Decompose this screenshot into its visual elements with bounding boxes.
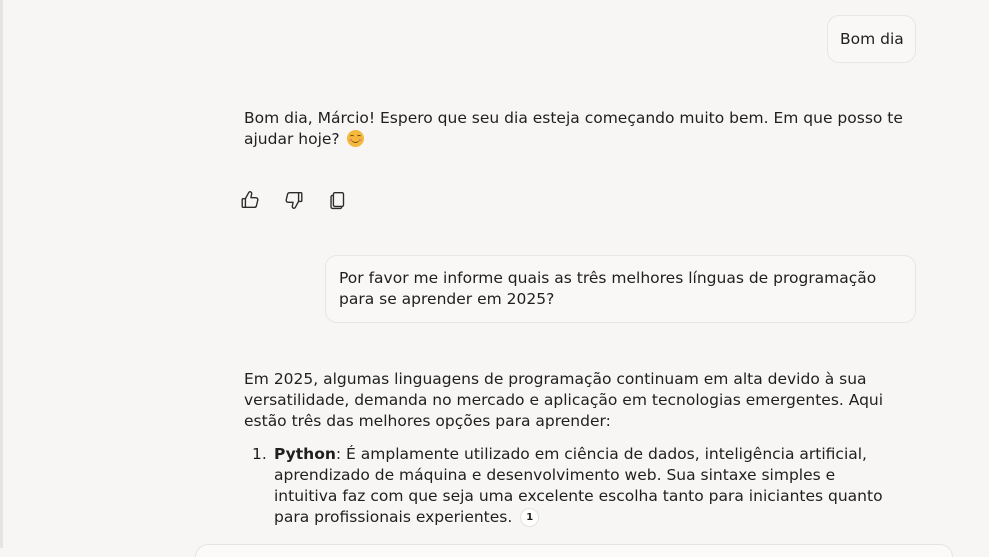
list-item-number: 1. bbox=[252, 445, 267, 463]
assistant-message-text: Bom dia, Márcio! Espero que seu dia este… bbox=[244, 109, 903, 148]
assistant-intro-text: Em 2025, algumas linguagens de programaç… bbox=[244, 370, 884, 430]
user-message-text: Bom dia bbox=[840, 30, 904, 48]
assistant-message: Em 2025, algumas linguagens de programaç… bbox=[244, 369, 916, 528]
user-message-bubble: Bom dia bbox=[827, 15, 916, 63]
dislike-button[interactable] bbox=[282, 187, 306, 213]
language-list: 1. Python: É amplamente utilizado em ciê… bbox=[244, 444, 916, 528]
copy-button[interactable] bbox=[326, 187, 350, 213]
thumbs-down-icon bbox=[285, 191, 303, 209]
message-actions bbox=[238, 187, 350, 213]
like-button[interactable] bbox=[238, 187, 262, 213]
assistant-message: Bom dia, Márcio! Espero que seu dia este… bbox=[244, 108, 916, 150]
copy-icon bbox=[330, 191, 345, 210]
citation-badge[interactable]: 1 bbox=[520, 508, 540, 527]
list-item-text: : É amplamente utilizado em ciência de d… bbox=[274, 445, 883, 526]
chat-thread: Bom dia Bom dia, Márcio! Espero que seu … bbox=[0, 0, 989, 557]
smiling-face-emoji-icon bbox=[346, 130, 364, 147]
thumbs-up-icon bbox=[241, 191, 259, 209]
user-message-text: Por favor me informe quais as três melho… bbox=[339, 269, 877, 308]
user-message-bubble: Por favor me informe quais as três melho… bbox=[325, 255, 916, 323]
composer-box-edge bbox=[195, 544, 953, 557]
list-item: 1. Python: É amplamente utilizado em ciê… bbox=[244, 444, 894, 528]
list-item-title: Python bbox=[274, 445, 336, 463]
